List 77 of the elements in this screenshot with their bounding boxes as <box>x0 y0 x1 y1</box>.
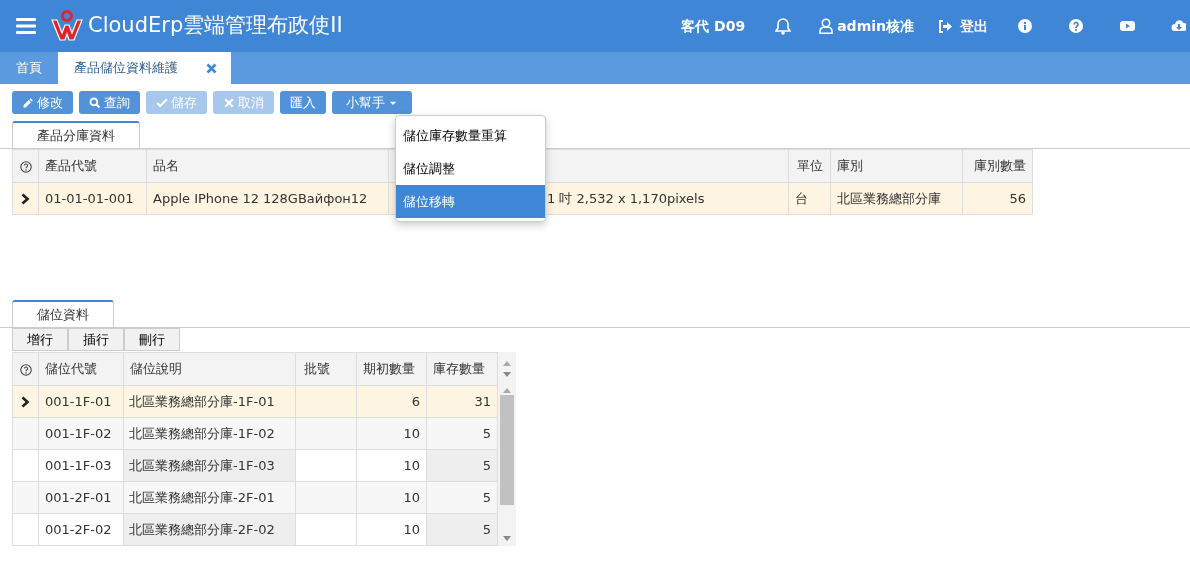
help-icon[interactable] <box>1069 19 1084 33</box>
row-button[interactable]: 插行 <box>68 328 124 351</box>
pencil-icon <box>22 96 34 109</box>
table-cell: 001-1F-02 <box>45 425 112 441</box>
table-cell: 01-01-01-001 <box>45 190 134 206</box>
scroll-thumb[interactable] <box>500 395 514 505</box>
table-cell: 001-1F-03 <box>45 457 112 473</box>
video-icon[interactable] <box>1120 19 1135 33</box>
scrollbar[interactable] <box>498 352 516 546</box>
bell-icon[interactable] <box>775 17 792 35</box>
logo-icon <box>50 10 84 42</box>
column-header: 儲位代號 <box>45 361 97 377</box>
cloud-download-icon[interactable] <box>1171 19 1186 33</box>
table-cell: 5 <box>482 521 491 537</box>
column-header: 期初數量 <box>363 361 415 377</box>
table-cell: 北區業務總部分庫-1F-03 <box>129 457 275 473</box>
section-tab[interactable]: 儲位資料 <box>12 300 114 327</box>
logout-link[interactable]: 登出 <box>938 15 988 37</box>
user-icon <box>819 18 834 34</box>
row-pointer-icon <box>21 193 30 206</box>
table-cell: 001-1F-01 <box>45 393 112 409</box>
times-icon <box>223 96 235 109</box>
table-cell: 5 <box>482 457 491 473</box>
row-button[interactable]: 增行 <box>12 328 68 351</box>
table-cell: 5 <box>482 425 491 441</box>
company-code: 客代 D09 <box>681 16 746 36</box>
table-cell: 10 <box>403 521 420 537</box>
table-cell: 10 <box>403 425 420 441</box>
menu-icon[interactable] <box>16 17 36 35</box>
help-icon <box>19 363 32 376</box>
menu-item[interactable]: 儲位移轉 <box>396 185 545 218</box>
table-cell: 北區業務總部分庫-2F-01 <box>129 489 275 505</box>
table-cell: 北區業務總部分庫 <box>837 190 941 206</box>
user-menu[interactable]: admin核准 <box>819 15 914 37</box>
table-cell: 北區業務總部分庫-1F-01 <box>129 393 275 409</box>
toolbar-button[interactable]: 修改 <box>12 91 73 114</box>
column-header: 庫存數量 <box>433 361 485 377</box>
toolbar-button[interactable]: 小幫手 <box>332 91 412 114</box>
scroll-up-icon[interactable] <box>503 387 511 393</box>
info-icon[interactable] <box>1018 19 1033 33</box>
column-header: 產品代號 <box>45 158 97 174</box>
column-header: 品名 <box>153 158 179 174</box>
help-icon <box>19 160 32 173</box>
table-cell: 001-2F-01 <box>45 489 112 505</box>
check-icon <box>156 96 168 109</box>
scroll-down-icon[interactable] <box>503 535 511 541</box>
close-icon[interactable] <box>206 62 217 74</box>
table-cell: 1 吋 2,532 x 1,170pixels <box>547 190 705 206</box>
table-cell: 北區業務總部分庫-2F-02 <box>129 521 275 537</box>
search-icon <box>89 96 101 109</box>
table-cell: 001-2F-02 <box>45 521 112 537</box>
table-cell: 6 <box>411 393 420 409</box>
row-button[interactable]: 刪行 <box>124 328 180 351</box>
page-tab[interactable]: 首頁 <box>0 52 58 84</box>
menu-item[interactable]: 儲位庫存數量重算 <box>396 119 545 152</box>
table-cell: 56 <box>1009 190 1026 206</box>
toolbar-button[interactable]: 查詢 <box>79 91 140 114</box>
column-header: 庫別 <box>837 158 863 174</box>
column-header: 批號 <box>304 361 330 377</box>
table-cell: 10 <box>403 489 420 505</box>
row-pointer-icon <box>21 396 30 409</box>
table-cell: Apple IPhone 12 128GВайфон12 <box>153 190 368 206</box>
app-title: CloudErp雲端管理布政使II <box>88 12 343 40</box>
table-cell: 台 <box>795 190 808 206</box>
scroll-up-icon[interactable] <box>503 360 511 366</box>
table-cell: 北區業務總部分庫-1F-02 <box>129 425 275 441</box>
scroll-down-icon[interactable] <box>503 371 511 377</box>
table-cell: 10 <box>403 457 420 473</box>
table-cell: 31 <box>474 393 491 409</box>
column-header: 單位 <box>796 158 823 174</box>
table-cell: 5 <box>482 489 491 505</box>
toolbar-button[interactable]: 匯入 <box>280 91 326 114</box>
page-tab[interactable]: 產品儲位資料維護 <box>58 52 231 84</box>
section-tab[interactable]: 產品分庫資料 <box>12 121 140 148</box>
column-header: 庫別數量 <box>974 158 1026 174</box>
sign-out-icon <box>938 19 952 33</box>
column-header: 儲位說明 <box>130 361 182 377</box>
